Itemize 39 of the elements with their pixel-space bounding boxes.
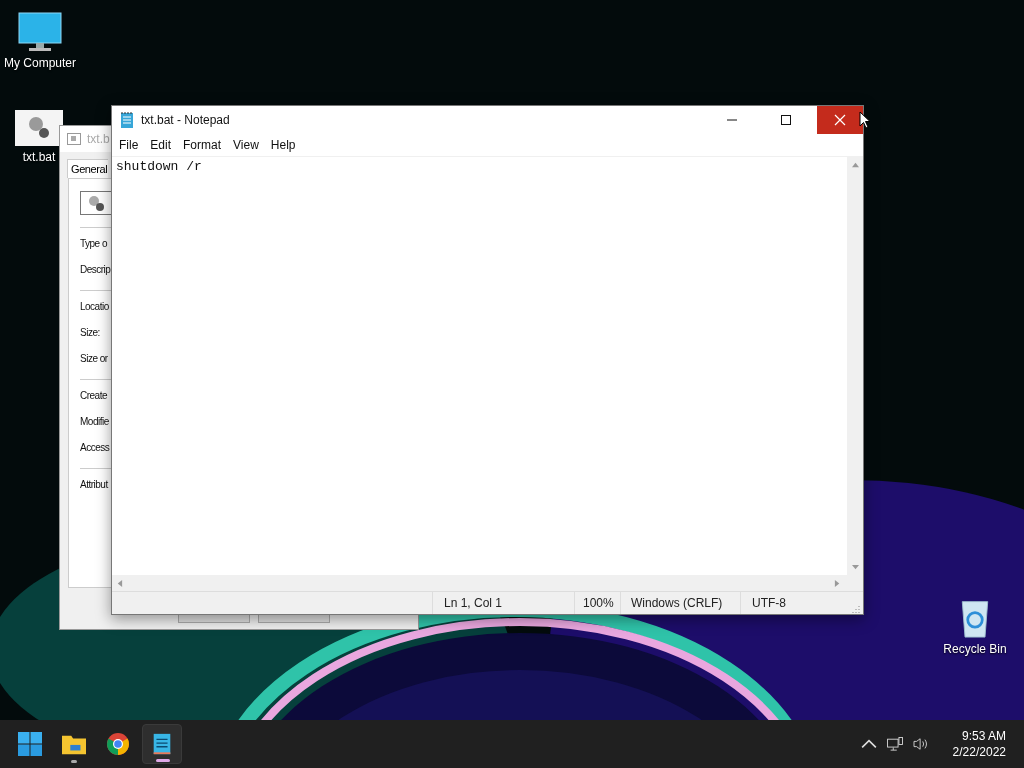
menu-item[interactable]: View xyxy=(227,138,265,152)
tab[interactable]: General xyxy=(67,159,109,178)
field-label: Type o xyxy=(80,237,108,251)
field-label: Create xyxy=(80,389,107,403)
clock-date[interactable]: 2/22/2022 xyxy=(952,744,1006,760)
window-icon xyxy=(67,133,81,145)
field-label: Locatio xyxy=(80,300,109,314)
window-title: txt.b xyxy=(87,132,110,146)
network-icon[interactable] xyxy=(886,737,903,751)
gear-file-icon[interactable] xyxy=(15,110,63,146)
desktop-icon-label[interactable]: My Computer xyxy=(4,56,76,70)
field-label: Size or xyxy=(80,352,108,366)
field-label: Size: xyxy=(80,326,100,340)
field-label: Descrip xyxy=(80,263,111,277)
taskbar-button[interactable] xyxy=(142,724,182,764)
chevron-up-icon[interactable] xyxy=(860,737,877,751)
status-text: Ln 1, Col 1 xyxy=(432,592,574,614)
menu-item[interactable]: Edit xyxy=(144,138,178,152)
close-icon[interactable] xyxy=(817,106,863,134)
windows-logo-icon xyxy=(18,732,42,756)
status-text: Windows (CRLF) xyxy=(620,592,740,614)
window-title: txt.bat - Notepad xyxy=(141,113,230,127)
resize-grip-icon[interactable] xyxy=(851,604,861,614)
field-label: Access xyxy=(80,441,110,455)
desktop-icon-label[interactable]: txt.bat xyxy=(22,150,56,164)
field-label: Modifie xyxy=(80,415,109,429)
menu-item[interactable]: File xyxy=(113,138,145,152)
menu-item[interactable]: Help xyxy=(264,138,302,152)
browser-icon xyxy=(106,732,130,756)
notepad-icon xyxy=(121,112,133,128)
editor-text[interactable]: shutdown /r xyxy=(116,159,202,174)
menu-item[interactable]: Format xyxy=(177,138,228,152)
desktop-icon-label[interactable]: Recycle Bin xyxy=(943,642,1007,656)
clock-time[interactable]: 9:53 AM xyxy=(961,728,1006,744)
monitor-icon[interactable] xyxy=(18,12,62,52)
status-text: 100% xyxy=(574,592,620,614)
speaker-icon[interactable] xyxy=(912,737,929,751)
status-text: UTF-8 xyxy=(740,592,830,614)
field-label: Attribut xyxy=(80,478,108,492)
